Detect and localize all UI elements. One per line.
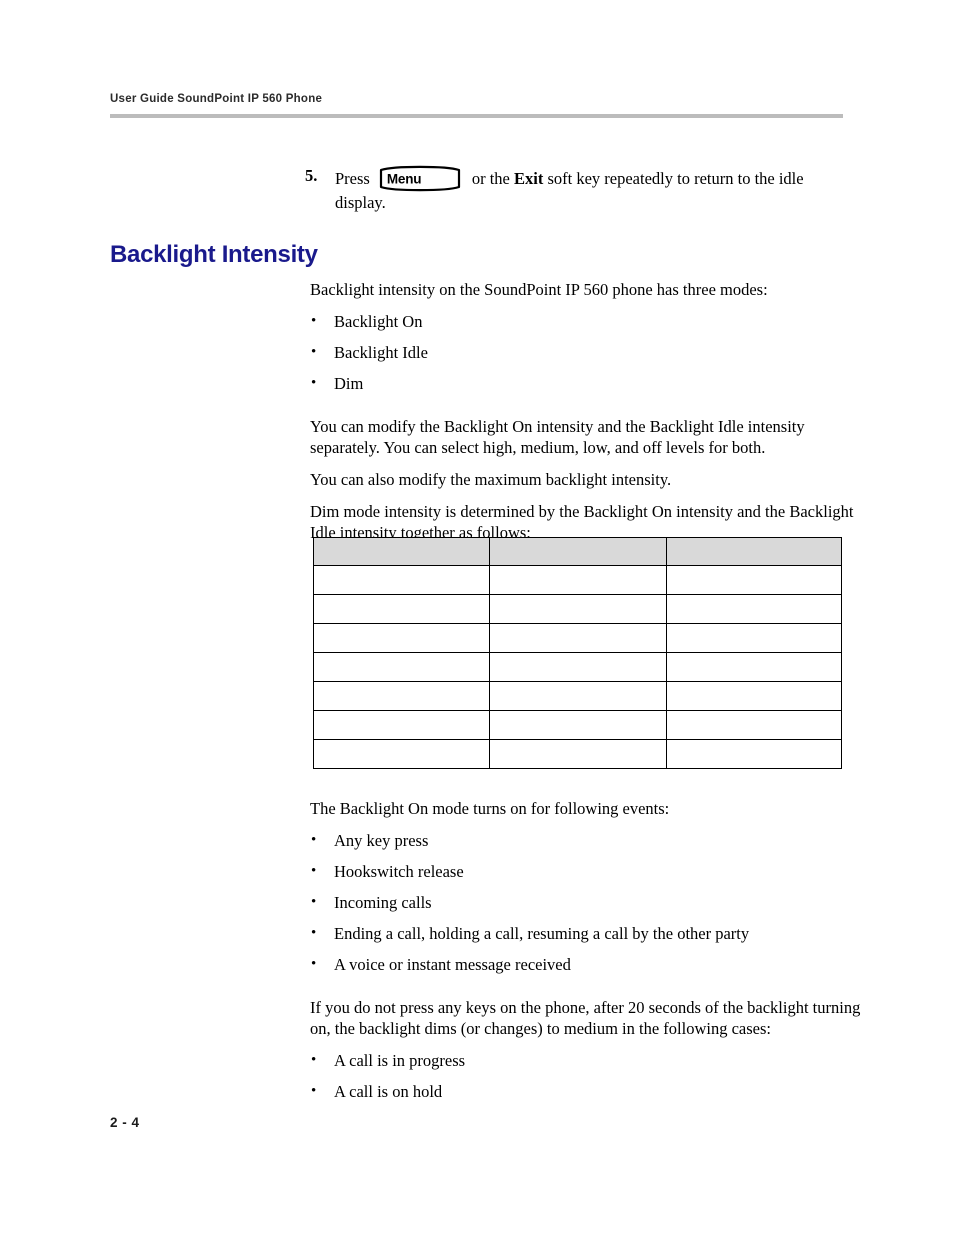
- step-body: Press Menu or the Exit soft key repeated…: [335, 165, 850, 213]
- events-intro-paragraph: The Backlight On mode turns on for follo…: [310, 799, 670, 818]
- table-header-cell: [313, 537, 490, 566]
- section-heading-backlight-intensity: Backlight Intensity: [110, 241, 318, 268]
- step-line-1: Press Menu or the Exit soft key repeated…: [335, 165, 850, 192]
- intro-paragraph: Backlight intensity on the SoundPoint IP…: [310, 280, 768, 299]
- table-cell: [313, 652, 490, 682]
- step-line-2: display.: [335, 193, 386, 212]
- table-cell: [489, 594, 667, 624]
- table-header-cell: [666, 537, 842, 566]
- step-after-key-text: or the: [471, 169, 510, 188]
- menu-key-icon: Menu: [378, 165, 462, 192]
- table-row: [313, 710, 842, 740]
- table-cell: [666, 652, 842, 682]
- table-cell: [666, 681, 842, 711]
- table-cell: [489, 739, 667, 769]
- table-cell: [313, 594, 490, 624]
- table-cell: [313, 681, 490, 711]
- table-row: [313, 565, 842, 595]
- step-press-label: Press: [335, 169, 370, 188]
- table-cell: [313, 623, 490, 653]
- paragraph-modify-intensity: You can modify the Backlight On intensit…: [310, 417, 805, 457]
- step-after-softkey-text: soft key repeatedly to return to the idl…: [547, 169, 804, 188]
- step-number: 5.: [305, 166, 318, 185]
- table-cell: [666, 710, 842, 740]
- menu-key-label: Menu: [386, 170, 422, 186]
- table-row: [313, 681, 842, 711]
- table-cell: [666, 594, 842, 624]
- table-cell: [666, 565, 842, 595]
- table-cell: [666, 623, 842, 653]
- exit-softkey-label: Exit: [514, 169, 544, 188]
- dim-mode-table: [313, 537, 842, 769]
- list-item: Dim: [310, 373, 855, 394]
- list-item: Backlight On: [310, 311, 855, 332]
- list-item: Ending a call, holding a call, resuming …: [310, 923, 862, 944]
- table-row: [313, 739, 842, 769]
- table-cell: [666, 739, 842, 769]
- table-cell: [489, 681, 667, 711]
- table-header-row: [313, 537, 842, 566]
- running-header: User Guide SoundPoint IP 560 Phone: [110, 93, 323, 105]
- table-row: [313, 623, 842, 653]
- page-number: 2 - 4: [110, 1115, 140, 1130]
- modes-list: Backlight On Backlight Idle Dim: [310, 311, 855, 394]
- table-header-cell: [489, 537, 667, 566]
- section-body-upper: Backlight intensity on the SoundPoint IP…: [310, 279, 855, 554]
- table-cell: [489, 565, 667, 595]
- list-item: A call is on hold: [310, 1081, 862, 1102]
- section-body-lower: The Backlight On mode turns on for follo…: [310, 798, 862, 1113]
- dimming-cases-list: A call is in progress A call is on hold: [310, 1050, 862, 1102]
- procedure-step-5: 5. Press Menu or the Exit soft key repea…: [305, 165, 850, 213]
- list-item: Hookswitch release: [310, 861, 862, 882]
- document-page: User Guide SoundPoint IP 560 Phone 5. Pr…: [0, 0, 954, 1235]
- events-list: Any key press Hookswitch release Incomin…: [310, 830, 862, 975]
- table-cell: [489, 710, 667, 740]
- table-cell: [489, 652, 667, 682]
- list-item: A voice or instant message received: [310, 954, 862, 975]
- table-cell: [313, 565, 490, 595]
- list-item: Incoming calls: [310, 892, 862, 913]
- table-cell: [489, 623, 667, 653]
- list-item: Backlight Idle: [310, 342, 855, 363]
- table-cell: [313, 739, 490, 769]
- table-cell: [313, 710, 490, 740]
- table-row: [313, 652, 842, 682]
- dimming-intro-paragraph: If you do not press any keys on the phon…: [310, 998, 861, 1038]
- header-divider-rule: [110, 114, 843, 118]
- list-item: Any key press: [310, 830, 862, 851]
- paragraph-maximum-intensity: You can also modify the maximum backligh…: [310, 470, 672, 489]
- table-row: [313, 594, 842, 624]
- list-item: A call is in progress: [310, 1050, 862, 1071]
